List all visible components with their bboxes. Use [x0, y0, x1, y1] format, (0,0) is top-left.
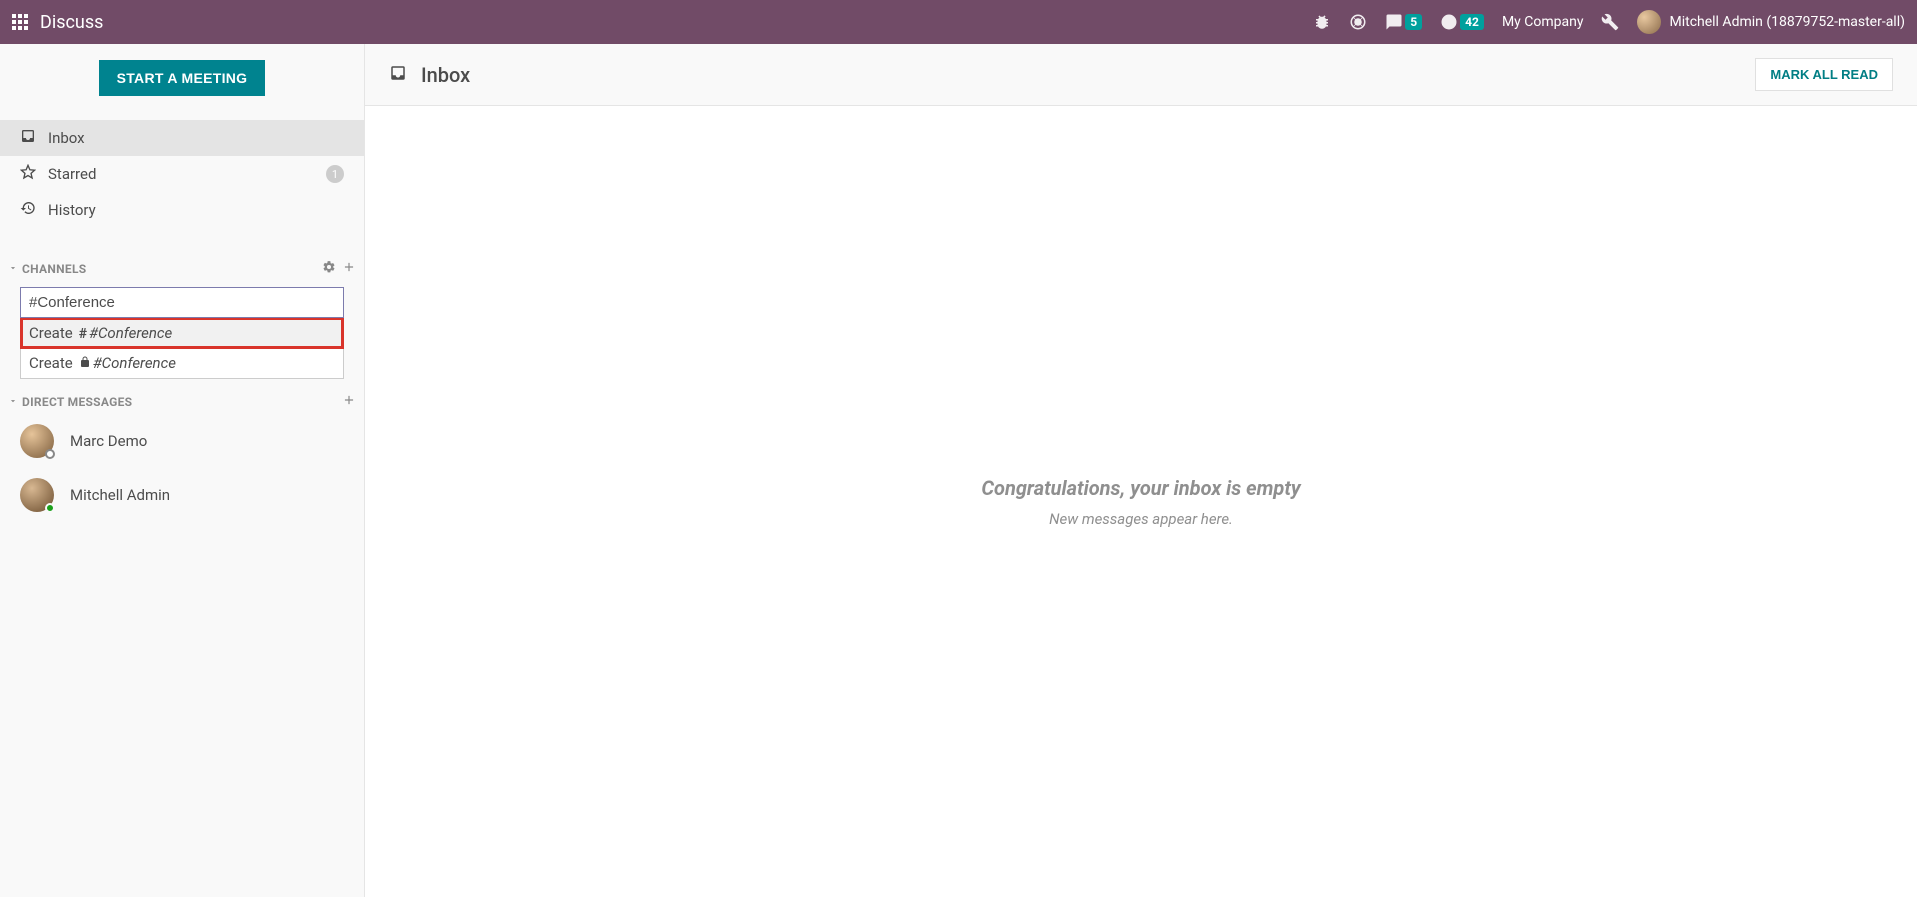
channels-header-label: CHANNELS	[22, 262, 86, 276]
starred-count-badge: 1	[326, 165, 344, 183]
empty-subtext: New messages appear here.	[1049, 510, 1233, 528]
hash-icon: #	[79, 326, 87, 342]
support-icon[interactable]	[1349, 13, 1367, 31]
activities-icon[interactable]: 42	[1440, 13, 1484, 31]
messages-badge: 5	[1405, 14, 1422, 30]
company-name[interactable]: My Company	[1502, 14, 1584, 30]
dm-item-marc-demo[interactable]: Marc Demo	[0, 414, 364, 468]
navbar: Discuss 5 42 My Company Mitchell Admin (…	[0, 0, 1917, 44]
create-label: Create	[29, 354, 73, 372]
avatar	[20, 424, 54, 458]
mailbox-starred[interactable]: Starred 1	[0, 156, 364, 192]
app-title[interactable]: Discuss	[40, 12, 103, 33]
mailbox-inbox[interactable]: Inbox	[0, 120, 364, 156]
debug-icon[interactable]	[1313, 13, 1331, 31]
channels-category-header[interactable]: CHANNELS	[0, 256, 364, 281]
messages-icon[interactable]: 5	[1385, 13, 1422, 31]
mailbox-inbox-label: Inbox	[48, 129, 85, 147]
avatar	[20, 478, 54, 512]
layout: START A MEETING Inbox Starred 1 History	[0, 44, 1917, 897]
create-public-channel-option[interactable]: Create # #Conference	[21, 318, 343, 348]
status-online-icon	[45, 503, 55, 513]
apps-icon[interactable]	[12, 14, 28, 30]
user-name: Mitchell Admin (18879752-master-all)	[1669, 14, 1905, 30]
developer-tools-icon[interactable]	[1601, 13, 1619, 31]
start-meeting-button[interactable]: START A MEETING	[99, 60, 266, 96]
sidebar: START A MEETING Inbox Starred 1 History	[0, 44, 365, 897]
dm-category-header[interactable]: DIRECT MESSAGES	[0, 389, 364, 414]
inbox-icon	[389, 64, 421, 86]
channel-create-dropdown: Create # #Conference Create #Conference	[20, 318, 344, 379]
navbar-left: Discuss	[12, 12, 103, 33]
mailbox-history-label: History	[48, 201, 96, 219]
lock-icon	[79, 356, 91, 368]
user-avatar-icon	[1637, 10, 1661, 34]
plus-icon[interactable]	[342, 260, 356, 277]
channel-name-text: #Conference	[93, 354, 176, 372]
chevron-down-icon	[8, 395, 22, 409]
main-header: Inbox MARK ALL READ	[365, 44, 1917, 106]
dm-item-mitchell-admin[interactable]: Mitchell Admin	[0, 468, 364, 522]
meeting-button-wrap: START A MEETING	[0, 60, 364, 96]
star-icon	[20, 164, 36, 184]
dm-name: Mitchell Admin	[70, 486, 170, 504]
activities-badge: 42	[1460, 14, 1484, 30]
status-offline-icon	[45, 449, 55, 459]
main-area: Inbox MARK ALL READ Congratulations, you…	[365, 44, 1917, 897]
channel-name-text: #Conference	[89, 324, 172, 342]
dm-header-label: DIRECT MESSAGES	[22, 395, 132, 409]
dm-name: Marc Demo	[70, 432, 147, 450]
create-label: Create	[29, 324, 73, 342]
channel-search-input[interactable]	[20, 287, 344, 318]
mark-all-read-button[interactable]: MARK ALL READ	[1755, 58, 1893, 91]
plus-icon[interactable]	[342, 393, 356, 410]
gear-icon[interactable]	[322, 260, 336, 277]
page-title: Inbox	[421, 63, 470, 87]
channel-input-wrap	[0, 287, 364, 318]
navbar-right: 5 42 My Company Mitchell Admin (18879752…	[1313, 10, 1905, 34]
empty-state: Congratulations, your inbox is empty New…	[365, 106, 1917, 897]
mailbox-starred-label: Starred	[48, 165, 96, 183]
history-icon	[20, 200, 36, 220]
user-menu[interactable]: Mitchell Admin (18879752-master-all)	[1637, 10, 1905, 34]
chevron-down-icon	[8, 262, 22, 276]
create-private-channel-option[interactable]: Create #Conference	[21, 348, 343, 378]
inbox-icon	[20, 128, 36, 148]
mailbox-history[interactable]: History	[0, 192, 364, 228]
empty-heading: Congratulations, your inbox is empty	[981, 476, 1300, 500]
